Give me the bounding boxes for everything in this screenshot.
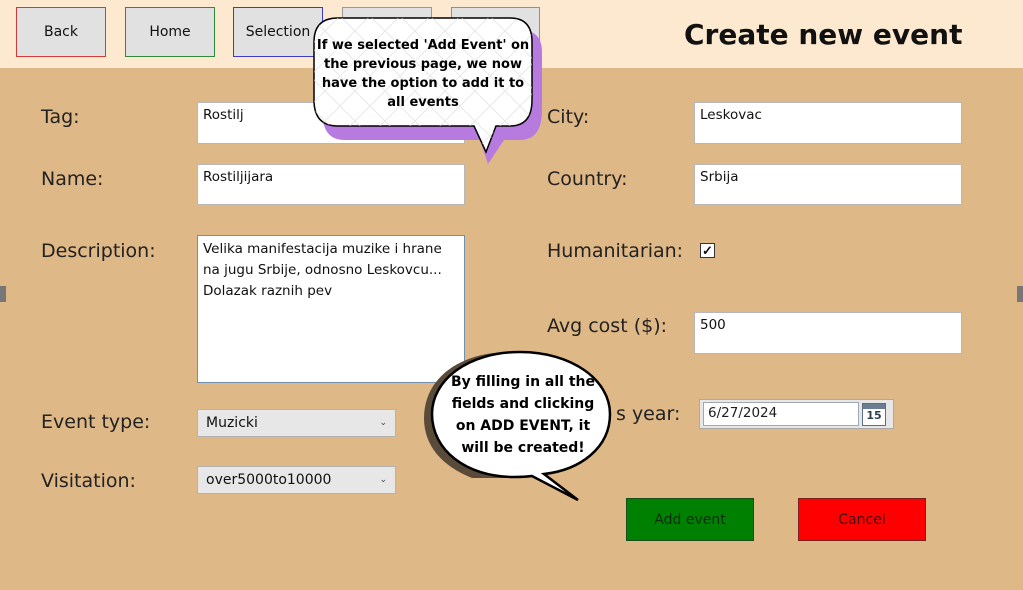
name-input[interactable]: Rostiljijara [197, 164, 465, 205]
add-event-button[interactable]: Add event [626, 498, 754, 541]
event-type-select[interactable]: Muzicki ⌄ [197, 409, 396, 437]
avg-cost-label: Avg cost ($): [547, 315, 668, 337]
page-title: Create new event [684, 18, 963, 51]
tooltip-bubble-top: If we selected 'Add Event' on the previou… [313, 17, 542, 164]
scroll-edge-marker-right [1017, 286, 1023, 302]
tooltip-bottom-line-2: fields and clicking [452, 396, 595, 412]
tooltip-top-line-2: the previous page, we now [324, 57, 522, 72]
calendar-icon-day: 15 [866, 409, 882, 422]
home-button[interactable]: Home [125, 7, 215, 57]
visitation-label: Visitation: [41, 470, 136, 492]
city-input[interactable]: Leskovac [694, 102, 962, 144]
tooltip-bottom-line-3: on ADD EVENT, it [456, 418, 591, 434]
tooltip-bottom-line-1: By filling in all the [451, 374, 595, 390]
scroll-edge-marker-left [0, 286, 6, 302]
chevron-down-icon: ⌄ [379, 418, 387, 428]
tag-label: Tag: [41, 106, 80, 128]
date-input[interactable]: 6/27/2024 [703, 402, 859, 426]
date-picker[interactable]: 6/27/2024 15 [699, 399, 894, 429]
humanitarian-checkbox[interactable]: ✓ [700, 243, 715, 258]
country-label: Country: [547, 168, 628, 190]
city-label: City: [547, 106, 590, 128]
chevron-down-icon: ⌄ [379, 475, 387, 485]
calendar-icon[interactable]: 15 [862, 403, 886, 426]
back-button[interactable]: Back [16, 7, 106, 57]
tooltip-top-line-3: have the option to add it to [322, 76, 524, 91]
tooltip-bubble-bottom: By filling in all the fields and clicking… [424, 350, 612, 502]
cancel-button[interactable]: Cancel [798, 498, 926, 541]
country-input[interactable]: Srbija [694, 164, 962, 205]
event-type-label: Event type: [41, 411, 151, 433]
tooltip-top-line-4: all events [387, 95, 459, 110]
visitation-value: over5000to10000 [206, 472, 332, 488]
tooltip-bottom-line-4: will be created! [461, 440, 584, 456]
tooltip-top-line-1: If we selected 'Add Event' on [317, 38, 529, 53]
name-label: Name: [41, 168, 104, 190]
visitation-select[interactable]: over5000to10000 ⌄ [197, 466, 396, 494]
event-type-value: Muzicki [206, 415, 258, 431]
avg-cost-input[interactable]: 500 [694, 312, 962, 354]
date-label: s year: [616, 403, 681, 425]
description-label: Description: [41, 240, 156, 262]
humanitarian-label: Humanitarian: [547, 240, 684, 262]
